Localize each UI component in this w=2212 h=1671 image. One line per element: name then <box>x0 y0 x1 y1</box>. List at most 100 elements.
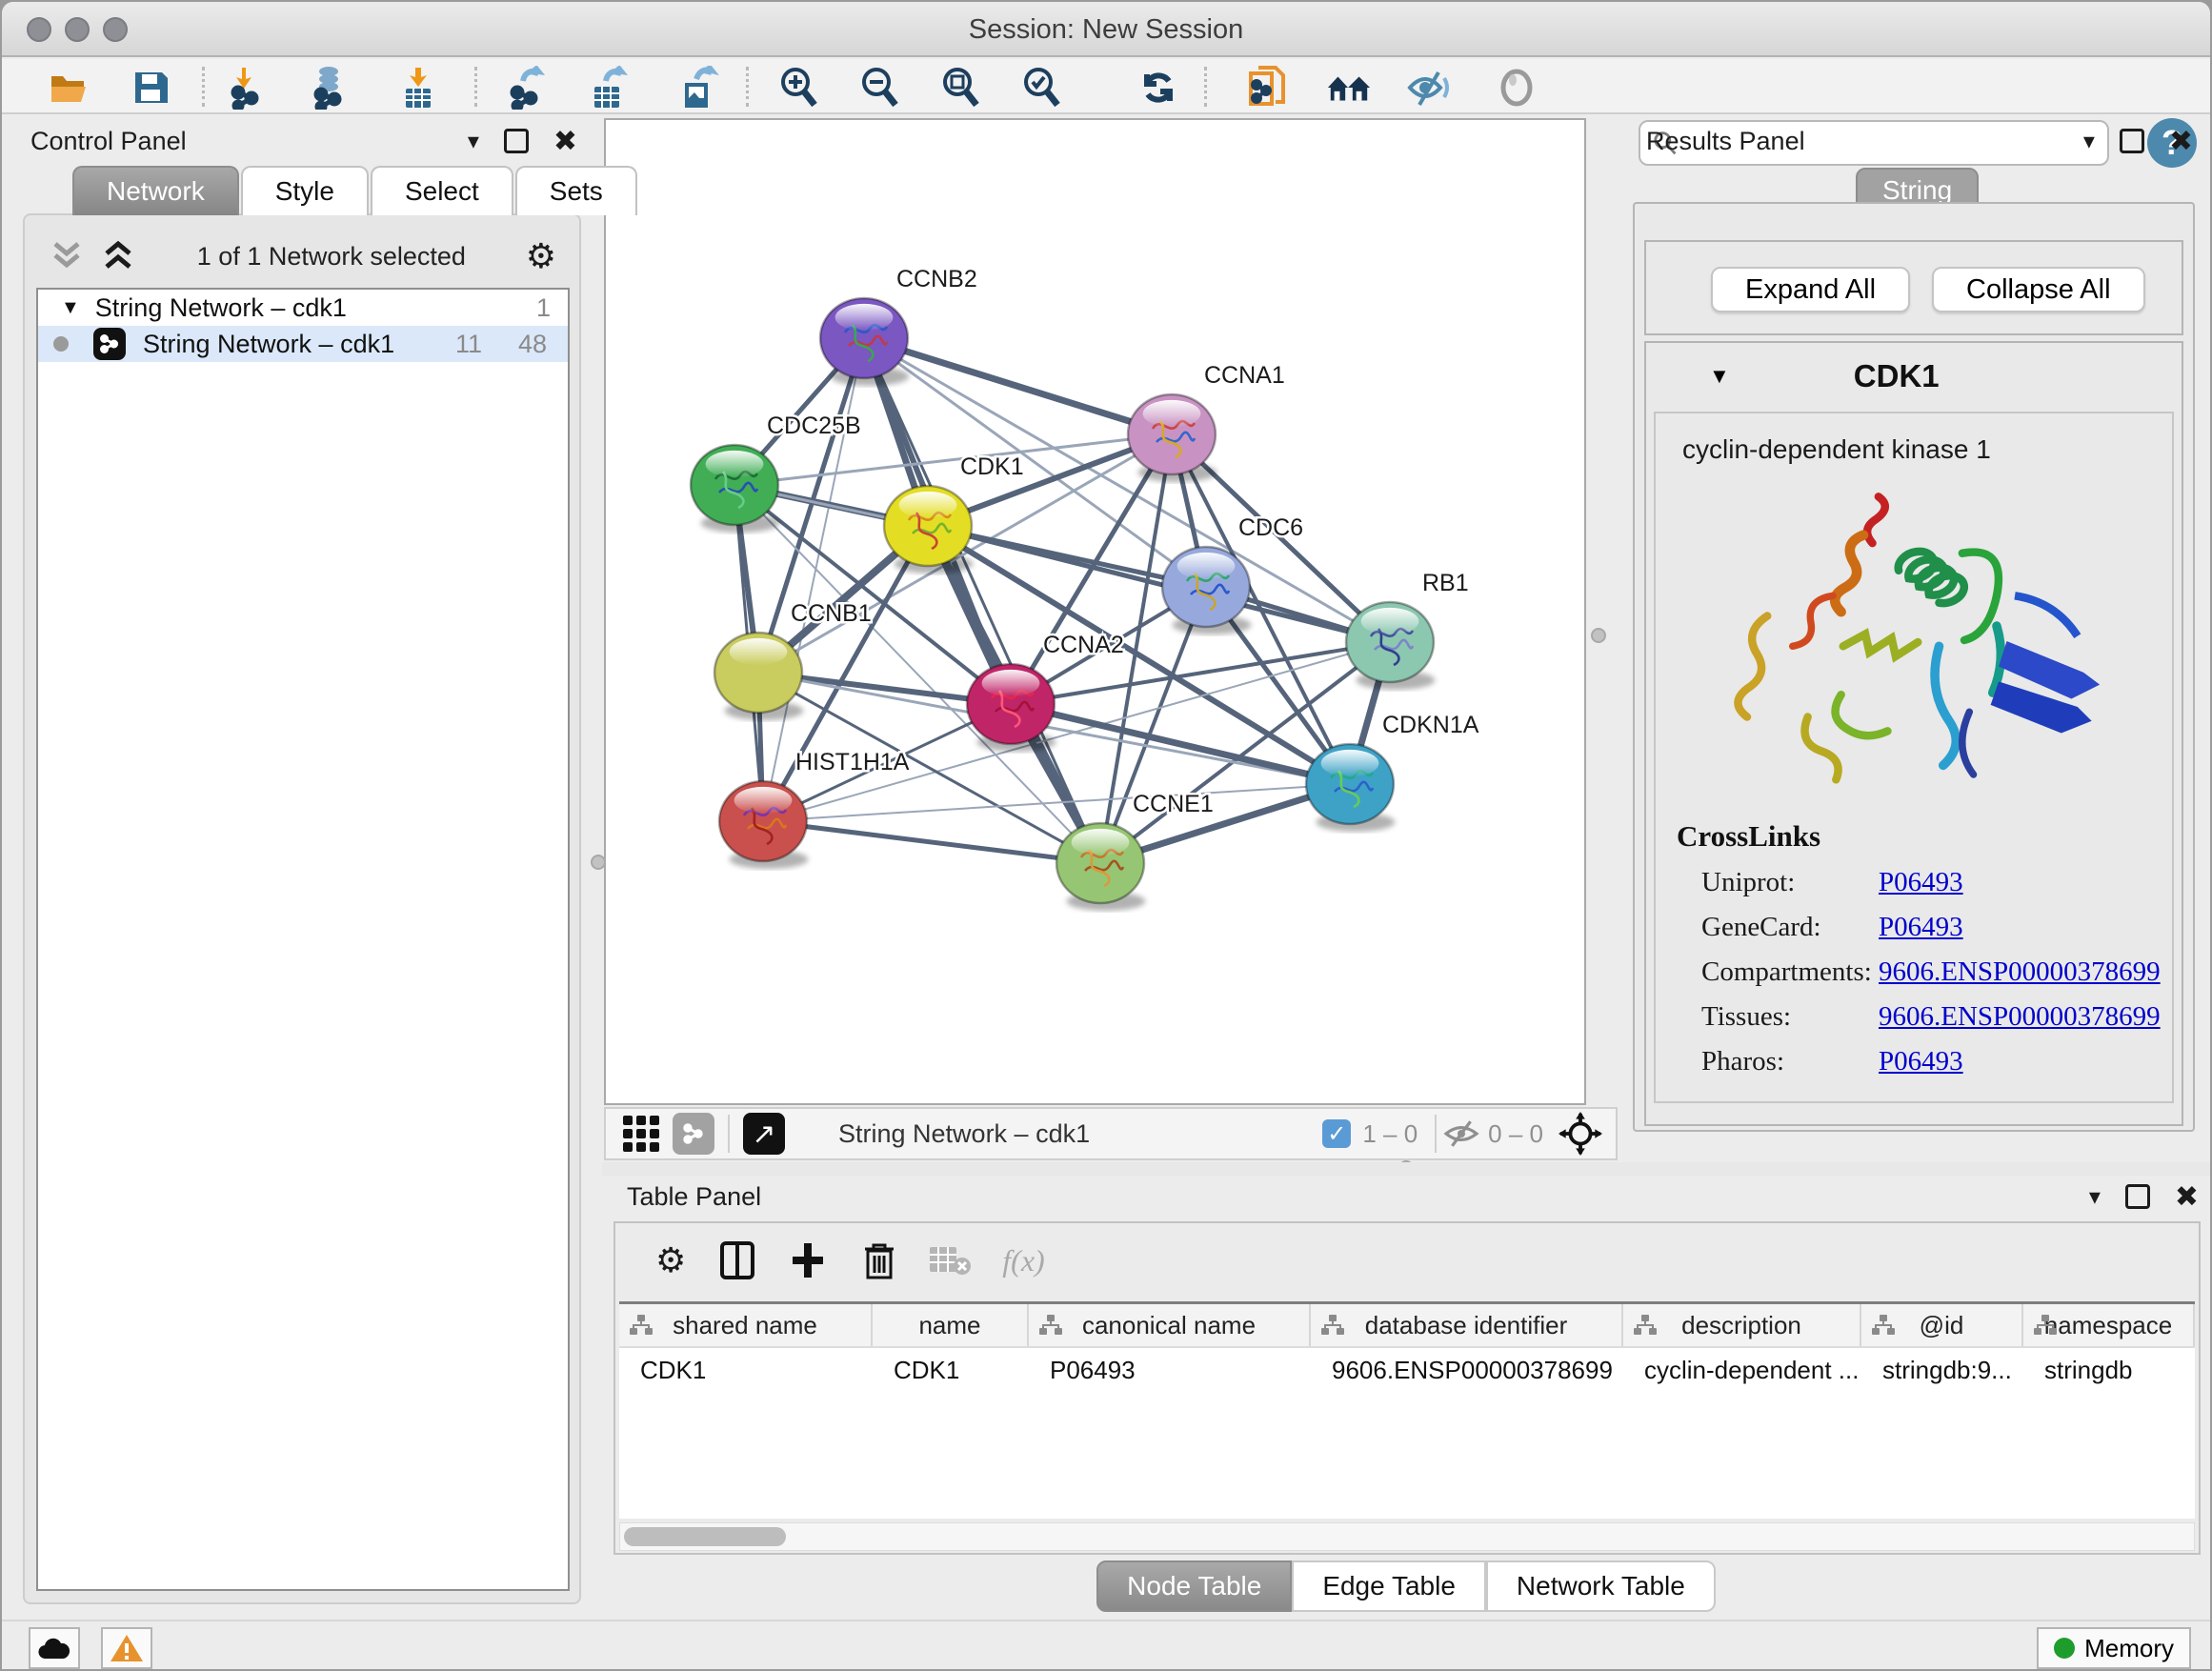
delete-column-icon[interactable] <box>861 1239 897 1281</box>
table-cell[interactable]: stringdb:9... <box>1861 1348 2023 1392</box>
gear-icon[interactable]: ⚙ <box>526 239 556 273</box>
import-network-database-icon[interactable] <box>307 65 352 111</box>
fit-content-crosshair-icon[interactable] <box>1558 1112 1602 1156</box>
cloud-button[interactable] <box>29 1627 80 1669</box>
collapse-panel-icon[interactable]: ▾ <box>468 128 479 155</box>
zoom-selected-icon[interactable] <box>1019 65 1065 111</box>
crosslink-link[interactable]: P06493 <box>1879 1046 1963 1077</box>
node-CCNA1[interactable]: CCNA1 <box>1128 362 1285 482</box>
save-session-icon[interactable] <box>128 65 173 111</box>
warning-button[interactable] <box>101 1627 152 1669</box>
network-list: ▼ String Network – cdk1 1 String Network… <box>36 288 570 1591</box>
column-header-database-identifier[interactable]: database identifier <box>1311 1304 1623 1346</box>
collapse-all-button[interactable]: Collapse All <box>1932 267 2145 312</box>
node-CCNE1[interactable]: CCNE1 <box>1056 791 1214 911</box>
column-header-canonical-name[interactable]: canonical name <box>1029 1304 1311 1346</box>
node-CCNB1[interactable]: CCNB1 <box>714 600 872 720</box>
crosslink-label: Pharos: <box>1701 1046 1879 1077</box>
node-label-HIST1H1A: HIST1H1A <box>795 749 910 775</box>
tab-edge-table[interactable]: Edge Table <box>1292 1560 1486 1612</box>
network-share-icon[interactable] <box>673 1113 714 1155</box>
application-window: Session: New Session <box>0 0 2212 1671</box>
edge-CDK1-RB1[interactable] <box>928 526 1390 642</box>
network-row-selected[interactable]: String Network – cdk1 11 48 <box>38 326 568 362</box>
table-cell[interactable]: CDK1 <box>619 1348 873 1392</box>
table-cell[interactable]: stringdb <box>2023 1348 2195 1392</box>
node-CDKN1A[interactable]: CDKN1A <box>1306 712 1479 832</box>
network-selection-status: 1 of 1 Network selected <box>137 242 526 272</box>
show-columns-icon[interactable] <box>718 1239 756 1281</box>
float-panel-icon[interactable] <box>2120 129 2144 153</box>
scrollbar-thumb[interactable] <box>624 1527 786 1546</box>
edge-HIST1H1A-CCNE1[interactable] <box>763 821 1100 863</box>
collapse-section-icon[interactable]: ▼ <box>1709 364 1730 389</box>
tab-network[interactable]: Network <box>72 166 239 215</box>
zoom-in-icon[interactable] <box>776 65 822 111</box>
collapse-panel-icon[interactable]: ▾ <box>2089 1183 2101 1211</box>
crosslink-link[interactable]: P06493 <box>1879 912 1963 943</box>
node-CDK1[interactable]: CDK1 <box>884 453 1024 574</box>
collapse-all-icon[interactable] <box>48 240 86 272</box>
network-view-canvas[interactable]: CCNB2CCNA1CDC25BCDK1CDC6RB1CCNB1CCNA2CDK… <box>604 118 1586 1105</box>
hidden-eye-slash-icon[interactable] <box>1442 1118 1480 1149</box>
tab-node-table[interactable]: Node Table <box>1096 1560 1292 1612</box>
crosslink-link[interactable]: 9606.ENSP00000378699 <box>1879 956 2161 988</box>
vertical-splitter-handle[interactable] <box>1591 628 1606 643</box>
open-session-icon[interactable] <box>46 65 91 111</box>
crosslink-link[interactable]: P06493 <box>1879 867 1963 898</box>
column-header--id[interactable]: @id <box>1861 1304 2023 1346</box>
edge-CCNB2-CCNE1[interactable] <box>864 338 1100 863</box>
network-collection-row[interactable]: ▼ String Network – cdk1 1 <box>38 290 568 326</box>
show-all-icon[interactable] <box>1494 65 1539 111</box>
export-image-icon[interactable] <box>674 65 720 111</box>
close-panel-icon[interactable]: ✖ <box>553 125 577 158</box>
collection-count: 1 <box>536 293 551 323</box>
expand-all-button[interactable]: Expand All <box>1711 267 1910 312</box>
export-network-icon[interactable] <box>505 65 551 111</box>
memory-button[interactable]: Memory <box>2037 1627 2191 1669</box>
node-count: 11 <box>455 330 482 359</box>
import-network-file-icon[interactable] <box>226 65 271 111</box>
float-panel-icon[interactable] <box>504 129 529 153</box>
hide-selected-icon[interactable] <box>1406 65 1452 111</box>
table-cell[interactable]: P06493 <box>1029 1348 1311 1392</box>
tab-style[interactable]: Style <box>241 166 369 215</box>
grid-view-icon[interactable] <box>623 1116 659 1152</box>
zoom-fit-icon[interactable] <box>938 65 984 111</box>
table-row[interactable]: CDK1CDK1P064939606.ENSP00000378699cyclin… <box>619 1348 2195 1392</box>
tab-network-table[interactable]: Network Table <box>1486 1560 1716 1612</box>
import-table-file-icon[interactable] <box>395 65 441 111</box>
column-header-shared-name[interactable]: shared name <box>619 1304 873 1346</box>
crosslink-label: Uniprot: <box>1701 867 1879 898</box>
column-header-namespace[interactable]: namespace <box>2023 1304 2195 1346</box>
add-column-icon[interactable] <box>789 1239 827 1281</box>
table-horizontal-scrollbar[interactable] <box>619 1522 2195 1551</box>
float-panel-icon[interactable] <box>2125 1184 2150 1209</box>
zoom-out-icon[interactable] <box>857 65 903 111</box>
tree-expander-icon[interactable]: ▼ <box>61 297 80 319</box>
home-icon[interactable] <box>1326 65 1372 111</box>
node-HIST1H1A[interactable]: HIST1H1A <box>719 749 910 869</box>
table-cell[interactable]: 9606.ENSP00000378699 <box>1311 1348 1623 1392</box>
horizontal-splitter[interactable] <box>602 1162 2212 1176</box>
duplicate-network-icon[interactable] <box>1244 65 1290 111</box>
tab-sets[interactable]: Sets <box>515 166 637 215</box>
column-header-name[interactable]: name <box>873 1304 1029 1346</box>
close-panel-icon[interactable]: ✖ <box>2169 125 2193 158</box>
collapse-panel-icon[interactable]: ▾ <box>2083 128 2095 155</box>
node-RB1[interactable]: RB1 <box>1346 570 1469 690</box>
table-settings-gear-icon[interactable]: ⚙ <box>655 1243 686 1278</box>
toolbar-separator <box>1435 1115 1437 1153</box>
selected-checkbox-icon[interactable]: ✓ <box>1322 1119 1351 1148</box>
export-table-icon[interactable] <box>586 65 632 111</box>
refresh-icon[interactable] <box>1136 65 1181 111</box>
column-header-description[interactable]: description <box>1623 1304 1861 1346</box>
close-panel-icon[interactable]: ✖ <box>2175 1180 2199 1214</box>
tab-select[interactable]: Select <box>371 166 513 215</box>
detach-view-icon[interactable]: ↗ <box>743 1113 785 1155</box>
expand-all-icon[interactable] <box>99 240 137 272</box>
table-cell[interactable]: cyclin-dependent ... <box>1623 1348 1861 1392</box>
edge-CCNB2-CCNA1[interactable] <box>864 338 1172 434</box>
table-cell[interactable]: CDK1 <box>873 1348 1029 1392</box>
crosslink-link[interactable]: 9606.ENSP00000378699 <box>1879 1001 2161 1033</box>
